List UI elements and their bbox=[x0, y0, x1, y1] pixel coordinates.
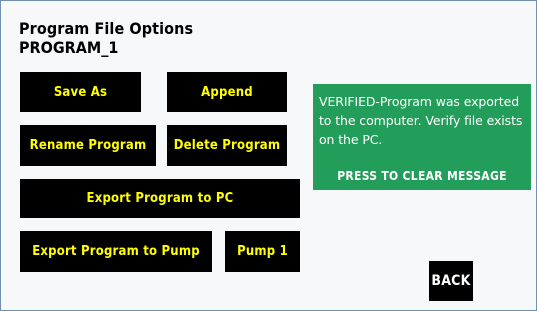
status-message-panel[interactable]: VERIFIED-Program was exported to the com… bbox=[313, 84, 531, 190]
page-title: Program File Options bbox=[19, 19, 194, 38]
append-button[interactable]: Append bbox=[167, 72, 287, 112]
program-name: PROGRAM_1 bbox=[19, 38, 119, 57]
status-message-text: VERIFIED-Program was exported to the com… bbox=[319, 94, 523, 147]
export-to-pc-button[interactable]: Export Program to PC bbox=[20, 179, 300, 218]
export-to-pump-button[interactable]: Export Program to Pump bbox=[20, 231, 212, 272]
delete-program-button[interactable]: Delete Program bbox=[167, 125, 287, 166]
clear-message-prompt: PRESS TO CLEAR MESSAGE bbox=[337, 169, 507, 183]
back-button[interactable]: BACK bbox=[429, 261, 473, 301]
rename-program-button[interactable]: Rename Program bbox=[20, 125, 156, 166]
save-as-button[interactable]: Save As bbox=[20, 72, 141, 112]
pump-select-button[interactable]: Pump 1 bbox=[225, 231, 300, 272]
program-file-options-screen: Program File Options PROGRAM_1 Save As A… bbox=[0, 0, 537, 311]
